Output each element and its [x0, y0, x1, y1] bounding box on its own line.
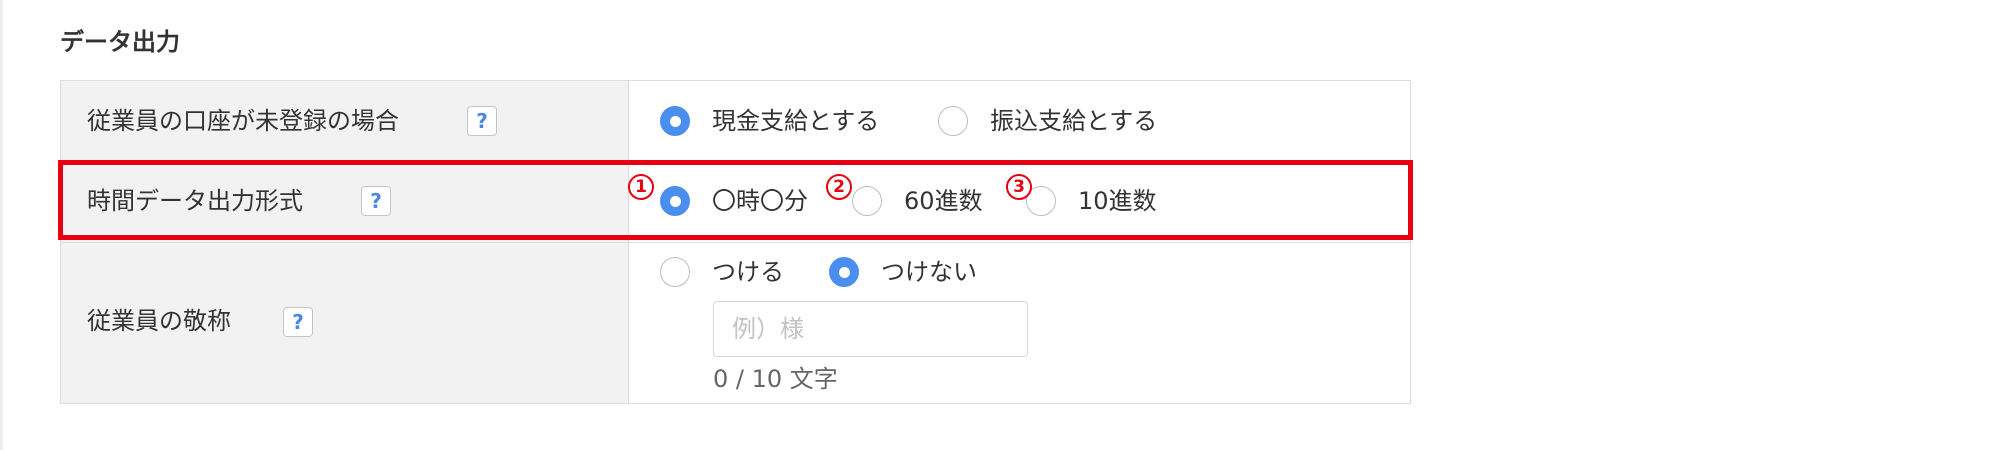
- radio-with-honorific[interactable]: つける: [660, 256, 784, 288]
- row-label-unregistered-account: 従業員の口座が未登録の場合: [87, 107, 399, 135]
- radio-label: 〇時〇分: [712, 187, 808, 215]
- marker-3: 3: [1006, 174, 1032, 200]
- radio-decimal[interactable]: 10進数: [1026, 185, 1157, 217]
- radio-label: つけない: [881, 258, 977, 286]
- radio-checked-icon: [660, 186, 690, 216]
- radio-label: つける: [712, 258, 784, 286]
- row-divider: [61, 242, 1410, 243]
- radio-label: 現金支給とする: [712, 107, 880, 135]
- radio-label: 60進数: [904, 187, 983, 215]
- radio-unchecked-icon: [938, 106, 968, 136]
- row-label-honorific: 従業員の敬称: [87, 307, 231, 335]
- radio-without-honorific[interactable]: つけない: [829, 256, 977, 288]
- left-edge-divider: [0, 0, 3, 450]
- row-divider: [61, 162, 1410, 163]
- radio-label: 10進数: [1078, 187, 1157, 215]
- radio-label: 振込支給とする: [990, 107, 1158, 135]
- radio-checked-icon: [660, 106, 690, 136]
- radio-unchecked-icon: [660, 257, 690, 287]
- marker-2: 2: [826, 174, 852, 200]
- settings-table: 従業員の口座が未登録の場合 ? 現金支給とする 振込支給とする 時間データ出力形…: [60, 80, 1411, 404]
- marker-1: 1: [628, 174, 654, 200]
- help-icon[interactable]: ?: [361, 186, 391, 216]
- radio-sexagesimal[interactable]: 60進数: [852, 185, 983, 217]
- radio-checked-icon: [829, 257, 859, 287]
- help-icon[interactable]: ?: [467, 106, 497, 136]
- radio-hours-minutes[interactable]: 〇時〇分: [660, 185, 808, 217]
- help-icon[interactable]: ?: [283, 307, 313, 337]
- radio-unchecked-icon: [852, 186, 882, 216]
- radio-cash-payment[interactable]: 現金支給とする: [660, 105, 879, 137]
- section-title: データ出力: [60, 28, 180, 56]
- radio-transfer-payment[interactable]: 振込支給とする: [938, 105, 1157, 137]
- honorific-input[interactable]: [713, 301, 1028, 357]
- row-label-time-format: 時間データ出力形式: [87, 187, 303, 215]
- character-counter: 0 / 10 文字: [713, 365, 838, 393]
